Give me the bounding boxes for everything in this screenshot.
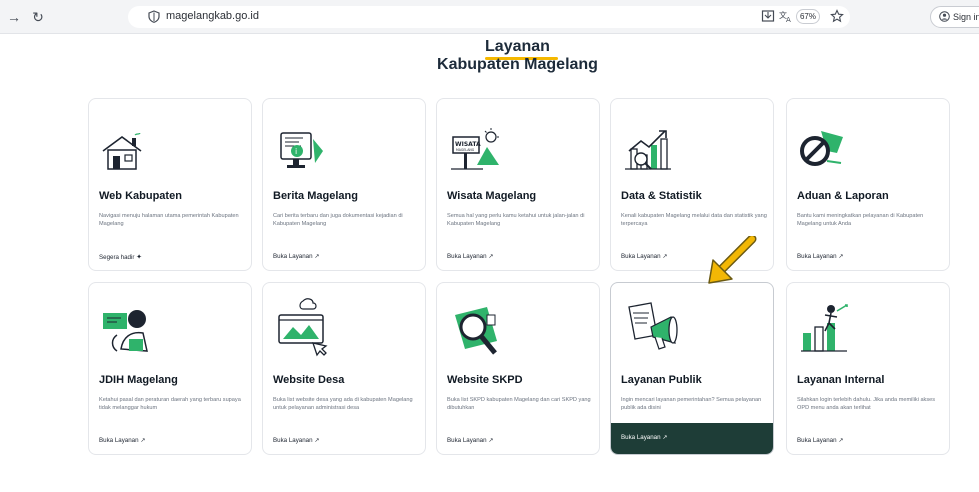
card-title: Berita Magelang <box>273 190 358 202</box>
external-arrow-icon: ↗ <box>838 253 844 260</box>
external-arrow-icon: ↗ <box>314 437 320 444</box>
card-description: Ingin mencari layanan pemerintahan? Semu… <box>621 397 762 411</box>
search-magnifier-icon <box>455 307 497 355</box>
service-card-website-desa[interactable]: Website Desa Buka list website desa yang… <box>262 282 426 455</box>
card-title: Website SKPD <box>447 374 523 386</box>
service-card-berita-magelang[interactable]: i Berita Magelang Cari berita terbaru da… <box>262 98 426 271</box>
external-arrow-icon: ↗ <box>488 437 494 444</box>
village-website-icon <box>278 298 328 357</box>
card-footer-highlight[interactable]: Buka Layanan ↗ <box>611 423 773 454</box>
house-icon <box>102 133 142 170</box>
svg-text:A: A <box>786 16 791 23</box>
card-title: Website Desa <box>273 374 345 386</box>
reload-icon[interactable]: ↻ <box>30 9 46 25</box>
card-link-open-service[interactable]: Buka Layanan ↗ <box>621 434 668 441</box>
card-link-open-service[interactable]: Buka Layanan ↗ <box>797 437 844 444</box>
service-card-wisata-magelang[interactable]: WISATA MAGELANG Wisata Magelang Semua ha… <box>436 98 600 271</box>
card-description: Buka list website desa yang ada di kabup… <box>273 397 413 411</box>
url-text[interactable]: magelangkab.go.id <box>166 10 259 22</box>
internal-growth-icon <box>801 304 848 352</box>
card-description: Kenali kabupaten Magelang melalui data d… <box>621 213 767 227</box>
sign-in-button[interactable]: Sign in <box>930 6 979 28</box>
page-title-line1: Layanan <box>485 38 550 55</box>
sparkle-icon: ✦ <box>136 254 143 261</box>
zoom-level-badge[interactable]: 67% <box>796 9 820 24</box>
external-arrow-icon: ↗ <box>140 437 146 444</box>
account-icon <box>939 11 950 22</box>
card-title: Layanan Publik <box>621 374 702 386</box>
card-description: Cari berita terbaru dan juga dokumentasi… <box>273 213 403 227</box>
card-link-open-service[interactable]: Buka Layanan ↗ <box>273 437 320 444</box>
card-title: Data & Statistik <box>621 190 702 202</box>
card-title: Wisata Magelang <box>447 190 537 202</box>
card-link-open-service[interactable]: Buka Layanan ↗ <box>621 253 668 260</box>
external-arrow-icon: ↗ <box>662 434 668 441</box>
svg-text:WISATA: WISATA <box>455 141 481 148</box>
card-title: Aduan & Laporan <box>797 190 889 202</box>
card-title: JDIH Magelang <box>99 374 178 386</box>
megaphone-icon <box>628 302 678 350</box>
card-description: Buka list SKPD kabupaten Magelang dan ca… <box>447 397 591 411</box>
card-description: Silahkan login terlebih dahulu. Jika and… <box>797 397 936 411</box>
law-reading-person-icon <box>103 310 148 352</box>
card-link-open-service[interactable]: Buka Layanan ↗ <box>797 253 844 260</box>
service-card-jdih-magelang[interactable]: JDIH Magelang Ketahui pasal dan peratura… <box>88 282 252 455</box>
tourism-sign-icon: WISATA MAGELANG <box>451 128 499 170</box>
card-link-open-service[interactable]: Buka Layanan ↗ <box>99 437 146 444</box>
bookmark-star-icon[interactable] <box>830 9 844 23</box>
card-description: Bantu kami meningkatkan pelayanan di Kab… <box>797 213 924 227</box>
card-title: Web Kabupaten <box>99 190 182 202</box>
service-card-layanan-publik[interactable]: Layanan Publik Ingin mencari layanan pem… <box>610 282 774 455</box>
news-monitor-icon: i <box>280 132 323 168</box>
card-title: Layanan Internal <box>797 374 885 386</box>
service-card-web-kabupaten[interactable]: Web Kabupaten Navigasi menuju halaman ut… <box>88 98 252 271</box>
card-description: Ketahui pasal dan peraturan daerah yang … <box>99 397 241 411</box>
card-link-open-service[interactable]: Buka Layanan ↗ <box>447 253 494 260</box>
service-card-aduan-laporan[interactable]: Aduan & Laporan Bantu kami meningkatkan … <box>786 98 950 271</box>
reader-view-icon[interactable] <box>761 9 775 23</box>
card-description: Semua hal yang perlu kamu ketahui untuk … <box>447 213 585 227</box>
svg-text:MAGELANG: MAGELANG <box>456 148 475 152</box>
report-no-sign-icon <box>800 131 843 166</box>
external-arrow-icon: ↗ <box>662 253 668 260</box>
svg-text:i: i <box>295 147 297 156</box>
card-link-coming-soon: Segera hadir ✦ <box>99 254 143 261</box>
card-description: Navigasi menuju halaman utama pemerintah… <box>99 213 239 227</box>
statistics-chart-icon <box>625 130 671 170</box>
card-link-open-service[interactable]: Buka Layanan ↗ <box>273 253 320 260</box>
annotation-arrow-icon <box>708 236 757 284</box>
translate-icon[interactable]: 文 A <box>779 9 793 23</box>
external-arrow-icon: ↗ <box>314 253 320 260</box>
service-card-layanan-internal[interactable]: Layanan Internal Silahkan login terlebih… <box>786 282 950 455</box>
external-arrow-icon: ↗ <box>838 437 844 444</box>
page-title-line2: Kabupaten Magelang <box>437 56 598 73</box>
service-card-website-skpd[interactable]: Website SKPD Buka list SKPD kabupaten Ma… <box>436 282 600 455</box>
forward-icon[interactable]: → <box>6 9 22 25</box>
external-arrow-icon: ↗ <box>488 253 494 260</box>
card-link-open-service[interactable]: Buka Layanan ↗ <box>447 437 494 444</box>
shield-icon <box>148 10 160 23</box>
